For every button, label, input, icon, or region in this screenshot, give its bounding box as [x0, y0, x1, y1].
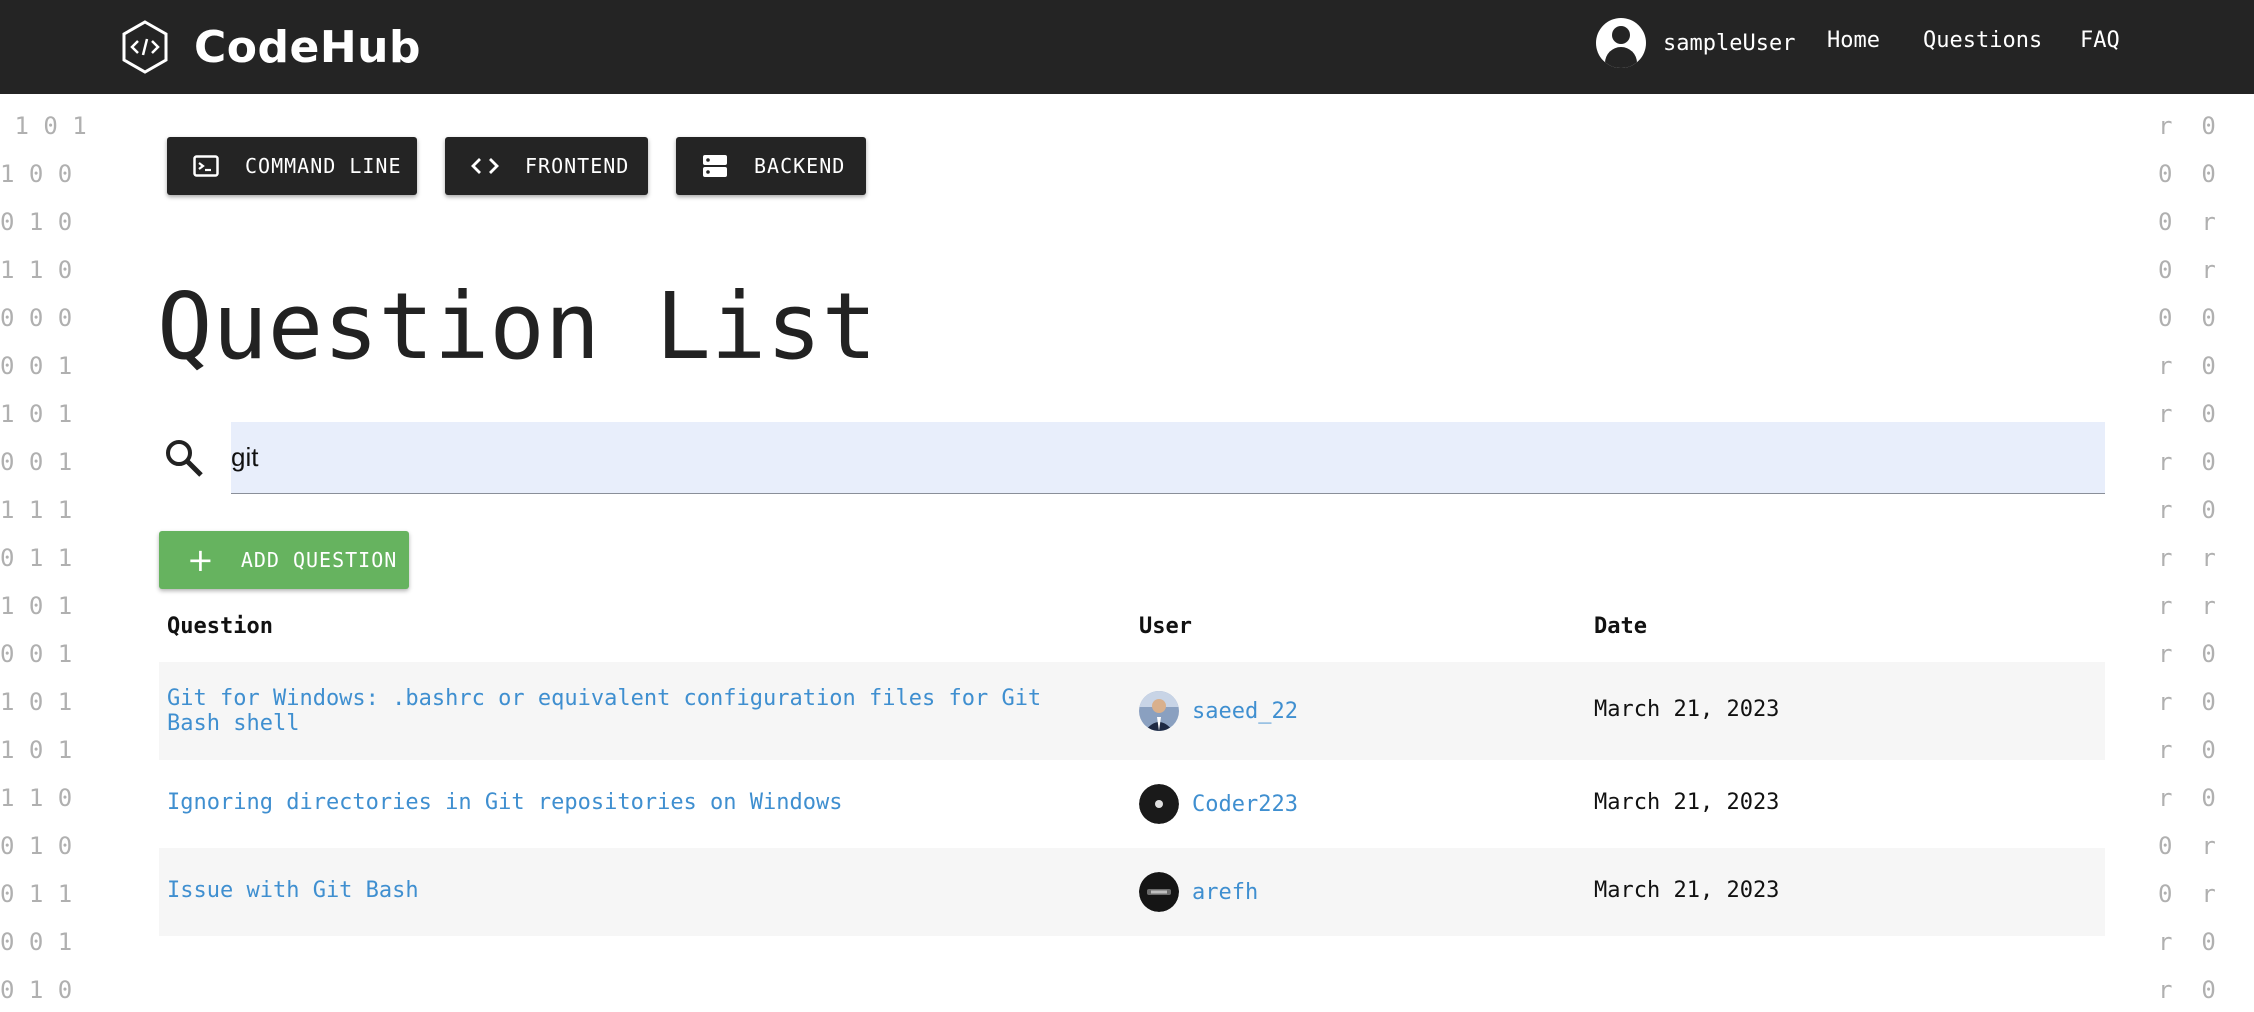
question-link[interactable]: Ignoring directories in Git repositories…	[167, 790, 1097, 815]
code-hexagon-logo-icon	[122, 20, 168, 74]
nav-faq-link[interactable]: FAQ	[2080, 28, 2120, 53]
server-icon	[703, 155, 727, 177]
user-avatar-icon	[1139, 691, 1179, 731]
table-row: Issue with Git Bash arefh March 21, 2023	[159, 848, 2105, 936]
table-row: Ignoring directories in Git repositories…	[159, 760, 2105, 848]
add-question-label: ADD QUESTION	[240, 548, 398, 572]
date-cell: March 21, 2023	[1594, 790, 1780, 815]
nav-questions-link[interactable]: Questions	[1923, 28, 2042, 53]
plus-icon: +	[187, 541, 215, 579]
user-avatar-icon	[1139, 784, 1179, 824]
user-link[interactable]: saeed_22	[1192, 699, 1298, 724]
user-cell: Coder223	[1139, 784, 1298, 824]
user-link[interactable]: arefh	[1192, 880, 1258, 905]
binary-decoration-right: r 0 0 0 0 r 0 r 0 0 r 0 r 0 r 0 r 0 r r …	[2158, 112, 2216, 1004]
brand-name: CodeHub	[194, 21, 422, 73]
column-header-date: Date	[1594, 614, 1647, 639]
command-line-label: COMMAND LINE	[245, 154, 402, 178]
terminal-icon	[193, 155, 219, 177]
username: sampleUser	[1663, 30, 1796, 56]
nav-home-link[interactable]: Home	[1827, 28, 1880, 53]
binary-decoration-left: 1 0 1 1 0 0 0 1 0 1 1 0 0 0 0 0 0 1 1 0 …	[0, 112, 87, 1004]
user-cell: saeed_22	[1139, 691, 1298, 731]
search-icon	[166, 440, 203, 477]
table-row: Git for Windows: .bashrc or equivalent c…	[159, 662, 2105, 760]
search-input[interactable]	[231, 422, 2105, 494]
user-menu[interactable]: sampleUser	[1596, 18, 1795, 68]
frontend-label: FRONTEND	[525, 154, 630, 178]
frontend-button[interactable]: FRONTEND	[445, 137, 648, 195]
user-avatar-icon	[1139, 872, 1179, 912]
backend-label: BACKEND	[754, 154, 846, 178]
brand[interactable]: CodeHub	[120, 18, 421, 76]
command-line-button[interactable]: COMMAND LINE	[167, 137, 417, 195]
code-icon	[471, 158, 499, 174]
question-link[interactable]: Issue with Git Bash	[167, 878, 1097, 903]
column-header-question: Question	[167, 614, 273, 639]
backend-button[interactable]: BACKEND	[676, 137, 866, 195]
user-cell: arefh	[1139, 872, 1258, 912]
page-title: Question List	[157, 273, 878, 380]
user-link[interactable]: Coder223	[1192, 792, 1298, 817]
date-cell: March 21, 2023	[1594, 878, 1780, 903]
user-avatar-icon	[1596, 18, 1646, 68]
date-cell: March 21, 2023	[1594, 697, 1780, 722]
question-link[interactable]: Git for Windows: .bashrc or equivalent c…	[167, 686, 1097, 736]
column-header-user: User	[1139, 614, 1192, 639]
top-navbar: CodeHub sampleUser Home Questions FAQ	[0, 0, 2254, 94]
add-question-button[interactable]: + ADD QUESTION	[159, 531, 409, 589]
